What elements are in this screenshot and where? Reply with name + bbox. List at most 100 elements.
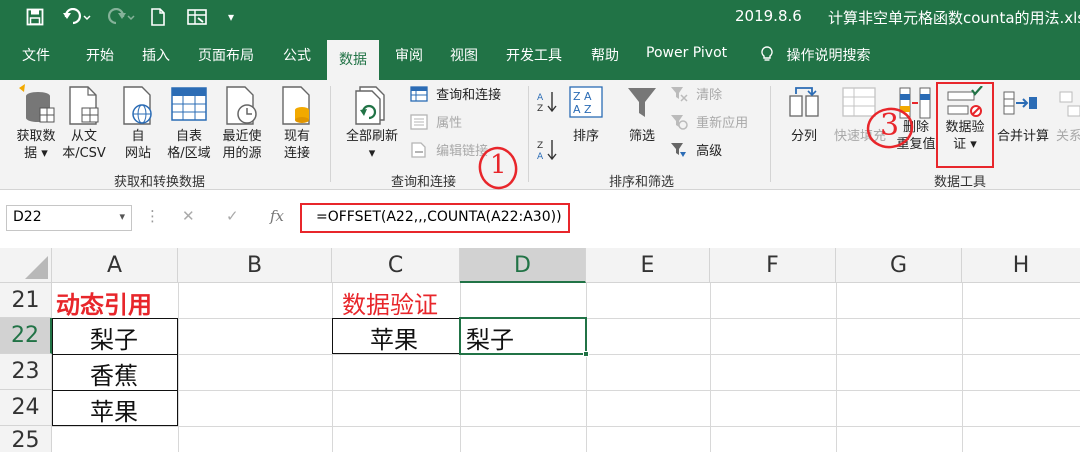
svg-text:Z A: Z A xyxy=(573,90,592,103)
more-options-icon[interactable]: ⋮ xyxy=(145,207,160,225)
new-file-icon[interactable] xyxy=(148,6,168,28)
formula-input[interactable]: =OFFSET(A22,,,COUNTA(A22:A30)) xyxy=(300,203,570,233)
edit-links-icon xyxy=(410,142,428,159)
tab-developer[interactable]: 开发工具 xyxy=(506,45,562,65)
gridline xyxy=(52,426,1080,427)
form-icon[interactable] xyxy=(185,6,209,28)
recent-sources-icon xyxy=(216,84,268,128)
cell-c21[interactable]: 数据验证 xyxy=(342,285,438,320)
tab-data[interactable]: 数据 xyxy=(327,40,379,80)
gridline xyxy=(52,390,1080,391)
from-text-csv-button[interactable]: 从文 本/CSV xyxy=(58,84,110,162)
ribbon: 获取数 据 ▾ 从文 本/CSV 自 网站 自表 格/区域 最近使 用的源 现有 xyxy=(0,80,1080,190)
from-web-button[interactable]: 自 网站 xyxy=(117,84,159,162)
properties-label: 属性 xyxy=(436,116,463,131)
insert-function-icon[interactable]: fx xyxy=(270,207,284,225)
cell-a23[interactable]: 香蕉 xyxy=(90,356,138,391)
column-header-h[interactable]: H xyxy=(962,248,1080,283)
column-header-e[interactable]: E xyxy=(586,248,710,283)
sort-ascending-button[interactable]: AZ xyxy=(536,90,558,119)
svg-text:A: A xyxy=(537,152,544,162)
undo-icon[interactable] xyxy=(60,6,94,28)
column-header-g[interactable]: G xyxy=(836,248,962,283)
queries-connections-icon xyxy=(410,86,428,103)
title-date: 2019.8.6 xyxy=(735,7,802,25)
fill-handle[interactable] xyxy=(583,351,589,357)
connections-icon xyxy=(274,84,320,128)
active-cell-d22[interactable]: 梨子 xyxy=(459,317,589,357)
row-header-22[interactable]: 22 xyxy=(0,318,52,354)
customize-quick-access-icon[interactable]: ▾ xyxy=(224,6,238,28)
tab-formulas[interactable]: 公式 xyxy=(283,45,311,65)
name-box-dropdown-icon[interactable]: ▾ xyxy=(119,210,125,223)
advanced-filter-button[interactable]: 高级 xyxy=(670,142,722,160)
queries-connections-button[interactable]: 查询和连接 xyxy=(410,86,501,104)
tab-view[interactable]: 视图 xyxy=(450,45,478,65)
cell-a22[interactable]: 梨子 xyxy=(90,320,138,355)
from-text-label-1: 从文 xyxy=(70,129,97,144)
from-web-label-2: 网站 xyxy=(124,146,151,161)
window-title: 计算非空单元格函数counta的用法.xlsx xyxy=(828,9,1080,27)
refresh-all-button[interactable]: 全部刷新 ▾ xyxy=(340,84,404,162)
annotation-mark-3: 3 xyxy=(860,102,916,152)
consolidate-button[interactable]: 合并计算 xyxy=(992,86,1054,145)
ribbon-separator xyxy=(528,86,529,182)
cell-a24[interactable]: 苹果 xyxy=(90,392,138,427)
annotation-mark-1-text: 1 xyxy=(490,150,507,180)
get-data-label-1: 获取数 xyxy=(16,129,56,144)
text-to-columns-button[interactable]: 分列 xyxy=(784,86,824,145)
reapply-icon xyxy=(670,115,688,131)
consolidate-icon xyxy=(992,86,1054,120)
enter-check-icon[interactable]: ✓ xyxy=(226,207,239,225)
name-box[interactable]: D22 ▾ xyxy=(6,205,132,231)
formula-bar: D22 ▾ ⋮ ✕ ✓ fx =OFFSET(A22,,,COUNTA(A22:… xyxy=(0,190,1080,248)
from-table-range-button[interactable]: 自表 格/区域 xyxy=(160,84,218,162)
column-header-f[interactable]: F xyxy=(710,248,836,283)
group-sort-filter-label: 排序和筛选 xyxy=(609,175,675,190)
from-table-label-1: 自表 xyxy=(175,129,202,144)
column-header-b[interactable]: B xyxy=(178,248,332,283)
tab-power-pivot[interactable]: Power Pivot xyxy=(646,45,727,61)
row-header-23[interactable]: 23 xyxy=(0,354,52,390)
tab-help[interactable]: 帮助 xyxy=(591,45,619,65)
redo-icon[interactable] xyxy=(103,6,137,28)
svg-text:Z: Z xyxy=(537,141,543,151)
select-all-corner[interactable] xyxy=(0,248,52,283)
row-header-24[interactable]: 24 xyxy=(0,390,52,426)
row-header-25[interactable]: 25 xyxy=(0,426,52,452)
properties-button[interactable]: 属性 xyxy=(410,114,462,132)
existing-connections-button[interactable]: 现有 连接 xyxy=(274,84,320,162)
tab-home[interactable]: 开始 xyxy=(86,45,114,65)
tab-file[interactable]: 文件 xyxy=(22,45,50,65)
tab-review[interactable]: 审阅 xyxy=(395,45,423,65)
get-data-button[interactable]: 获取数 据 ▾ xyxy=(10,84,62,162)
clear-filter-button[interactable]: 清除 xyxy=(670,86,722,104)
web-icon xyxy=(117,84,159,128)
gridline xyxy=(332,283,333,452)
relationships-button[interactable]: 关系 xyxy=(1056,86,1080,145)
tab-page-layout[interactable]: 页面布局 xyxy=(198,45,254,65)
save-icon[interactable] xyxy=(24,6,46,28)
sort-button[interactable]: Z AA Z 排序 xyxy=(564,86,608,145)
column-header-a[interactable]: A xyxy=(52,248,178,283)
reapply-button[interactable]: 重新应用 xyxy=(670,114,748,132)
tell-me-label: 操作说明搜索 xyxy=(786,48,871,64)
cell-c22[interactable]: 苹果 xyxy=(370,320,418,355)
sort-descending-button[interactable]: ZA xyxy=(536,138,558,167)
column-header-d[interactable]: D xyxy=(460,248,586,283)
recent-sources-button[interactable]: 最近使 用的源 xyxy=(216,84,268,162)
select-all-triangle-icon xyxy=(25,256,48,279)
tell-me-search[interactable]: 操作说明搜索 xyxy=(760,45,870,65)
annotation-mark-3-text: 3 xyxy=(880,108,900,143)
tab-insert[interactable]: 插入 xyxy=(142,45,170,65)
filter-button[interactable]: 筛选 xyxy=(620,86,664,145)
column-header-c[interactable]: C xyxy=(332,248,460,283)
svg-text:Z: Z xyxy=(537,104,543,114)
cell-a21[interactable]: 动态引用 xyxy=(56,285,152,320)
database-icon xyxy=(10,84,62,128)
sort-descending-icon: ZA xyxy=(537,140,557,162)
gridline xyxy=(836,283,837,452)
filter-funnel-icon xyxy=(620,86,664,120)
row-header-21[interactable]: 21 xyxy=(0,283,52,318)
cancel-icon[interactable]: ✕ xyxy=(182,207,195,225)
